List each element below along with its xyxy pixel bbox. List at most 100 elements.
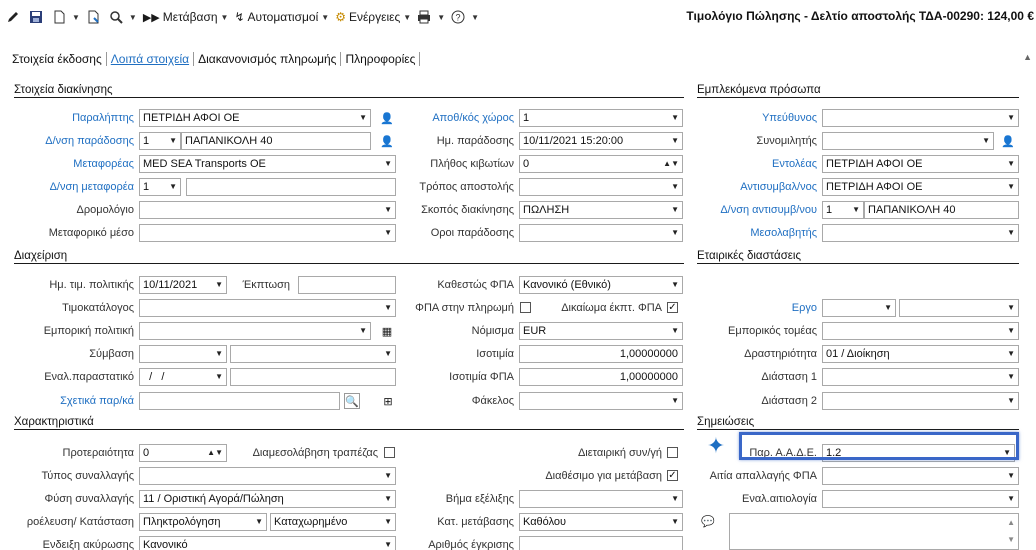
automatismoi-menu[interactable]: ↯ Αυτοματισμοί ▼ [234, 10, 329, 24]
emporiki-field[interactable]: ▼ [139, 322, 371, 340]
kathestos-field[interactable]: Κανονικό (Εθνικό) ▼ [519, 276, 683, 294]
tropos-field[interactable]: ▼ [519, 178, 683, 196]
chevron-down-icon[interactable]: ▼ [982, 133, 990, 149]
oroi-field[interactable]: ▼ [519, 224, 683, 242]
dnsi-paradosis-label[interactable]: Δ/νση παράδοσης [14, 132, 134, 150]
chevron-down-icon[interactable]: ▼ [671, 277, 679, 293]
metaforiko-field[interactable]: ▼ [139, 224, 396, 242]
chevron-down-icon[interactable]: ▼ [384, 346, 392, 362]
sxetika-label[interactable]: Σχετικά παρ/κά [14, 392, 134, 410]
typos-field[interactable]: ▼ [139, 467, 396, 485]
dnsi-antisymv-num-field[interactable]: 1 ▼ [822, 201, 864, 219]
diamesolavisi-checkbox[interactable] [384, 447, 395, 458]
dromologio-field[interactable]: ▼ [139, 201, 396, 219]
paraliptis-field[interactable]: ΠΕΤΡΙΔΗ ΑΦΟΙ ΟΕ ▼ [139, 109, 371, 127]
paraliptis-label[interactable]: Παραλήπτης [14, 109, 134, 127]
chevron-down-icon[interactable]: ▼ [215, 346, 223, 362]
katastasi-field[interactable]: Καταχωρημένο ▼ [270, 513, 396, 531]
dnsi-paradosis-num-field[interactable]: 1 ▼ [139, 132, 181, 150]
chevron-down-icon[interactable]: ▼ [384, 514, 392, 530]
chevron-down-icon[interactable]: ▼ [169, 179, 177, 195]
proteraiotita-field[interactable]: 0 ▲▼ [139, 444, 227, 462]
diastasi2-field[interactable]: ▼ [822, 392, 1019, 410]
enal-field[interactable] [230, 368, 396, 386]
energeies-menu[interactable]: ⚙ Ενέργειες ▼ [335, 10, 411, 24]
chevron-down-icon[interactable]: ▼ [1007, 393, 1015, 409]
diathesimo-checkbox[interactable]: ✓ [667, 470, 678, 481]
enal-aitiologia-field[interactable]: ▼ [822, 490, 1019, 508]
nomisma-field[interactable]: EUR ▼ [519, 322, 683, 340]
chevron-down-icon[interactable]: ▼ [671, 202, 679, 218]
antisymv-field[interactable]: ΠΕΤΡΙΔΗ ΑΦΟΙ ΟΕ ▼ [822, 178, 1019, 196]
ergo-field-2[interactable]: ▼ [899, 299, 1019, 317]
chevron-down-icon[interactable]: ▼ [215, 369, 223, 385]
kat-metavasis-field[interactable]: Καθόλου ▼ [519, 513, 683, 531]
chevron-down-icon[interactable]: ▼ [852, 202, 860, 218]
metaforeas-label[interactable]: Μεταφορέας [14, 155, 134, 173]
chevron-down-icon[interactable]: ▼ [384, 156, 392, 172]
chevron-down-icon[interactable]: ▼ [384, 202, 392, 218]
synomilitis-field[interactable]: ▼ [822, 132, 994, 150]
tab-stoixeia-ekdosis[interactable]: Στοιχεία έκδοσης [8, 52, 107, 66]
chevron-down-icon[interactable]: ▼ [1007, 300, 1015, 316]
chevron-down-icon[interactable]: ▼ [384, 300, 392, 316]
emporikos-field[interactable]: ▼ [822, 322, 1019, 340]
ypeythinos-field[interactable]: ▼ [822, 109, 1019, 127]
plithos-field[interactable]: 0 ▲▼ [519, 155, 683, 173]
entoleas-label[interactable]: Εντολέας [697, 155, 817, 173]
spinner-icon[interactable]: ▲▼ [663, 156, 679, 172]
chevron-down-icon[interactable]: ▼ [1007, 179, 1015, 195]
timokatalogos-field[interactable]: ▼ [139, 299, 396, 317]
chevron-down-icon[interactable]: ▼ [1007, 225, 1015, 241]
notes-textarea[interactable]: ▲ ▼ [729, 513, 1019, 550]
chevron-down-icon[interactable]: ▼ [1007, 156, 1015, 172]
chevron-down-icon[interactable]: ▼ [671, 133, 679, 149]
dnsi-metaforea-label[interactable]: Δ/νση μεταφορέα [14, 178, 134, 196]
tab-plirofories[interactable]: Πληροφορίες [341, 52, 421, 66]
dikaioma-checkbox[interactable]: ✓ [667, 302, 678, 313]
chevron-down-icon[interactable]: ▼ [884, 300, 892, 316]
fysi-field[interactable]: 11 / Οριστική Αγορά/Πώληση ▼ [139, 490, 396, 508]
tab-loipa-stoixeia[interactable]: Λοιπά στοιχεία [107, 52, 195, 66]
proeleusi-field[interactable]: Πληκτρολόγηση ▼ [139, 513, 267, 531]
apothikos-field[interactable]: 1 ▼ [519, 109, 683, 127]
diastasi1-field[interactable]: ▼ [822, 368, 1019, 386]
chevron-down-icon[interactable]: ▼ [169, 133, 177, 149]
pencil-icon[interactable] [6, 10, 23, 24]
chevron-down-icon[interactable]: ▼ [1007, 369, 1015, 385]
drastiriotita-field[interactable]: 01 / Διοίκηση ▼ [822, 345, 1019, 363]
dnsi-paradosis-field[interactable]: ΠΑΠΑΝΙΚΟΛΗ 40 [181, 132, 371, 150]
mesolavitis-label[interactable]: Μεσολαβητής [697, 224, 817, 242]
person-add-icon[interactable]: 👤 [1000, 133, 1016, 149]
symvasi-field-2[interactable]: ▼ [230, 345, 396, 363]
arithmos-field[interactable] [519, 536, 683, 550]
chevron-down-icon[interactable]: ▼ [671, 110, 679, 126]
metavasi-menu[interactable]: ▶▶ Μετάβαση ▼ [143, 10, 229, 24]
isotimia-field[interactable]: 1,00000000 [519, 345, 683, 363]
chevron-down-icon[interactable]: ▼ [1007, 110, 1015, 126]
endeixi-field[interactable]: Κανονικό ▼ [139, 536, 396, 550]
chevron-down-icon[interactable]: ▼ [384, 537, 392, 550]
chevron-down-icon[interactable]: ▼ [215, 277, 223, 293]
scroll-down-icon[interactable]: ▼ [1007, 532, 1015, 548]
antisymv-label[interactable]: Αντισυμβαλ/νος [697, 178, 817, 196]
chevron-down-icon[interactable]: ▼ [671, 225, 679, 241]
mesolavitis-field[interactable]: ▼ [822, 224, 1019, 242]
tab-diakanonismos[interactable]: Διακανονισμός πληρωμής [194, 52, 342, 66]
dnsi-antisymv-field[interactable]: ΠΑΠΑΝΙΚΟΛΗ 40 [864, 201, 1019, 219]
save-icon[interactable] [29, 10, 46, 24]
dnsi-metaforea-num-field[interactable]: 1 ▼ [139, 178, 181, 196]
enal-date-field[interactable]: / / ▼ [139, 368, 227, 386]
dietairiki-checkbox[interactable] [667, 447, 678, 458]
chevron-down-icon[interactable]: ▼ [1007, 346, 1015, 362]
chevron-down-icon[interactable]: ▼ [359, 323, 367, 339]
ergo-label[interactable]: Εργο [697, 299, 817, 317]
copy-document-icon[interactable] [86, 10, 103, 24]
scroll-up-arrow-icon[interactable]: ▲ [1023, 52, 1032, 62]
chevron-down-icon[interactable]: ▼ [1007, 323, 1015, 339]
im-tim-field[interactable]: 10/11/2021 ▼ [139, 276, 227, 294]
chevron-down-icon[interactable]: ▼ [671, 514, 679, 530]
person-add-icon[interactable]: 👤 [379, 110, 395, 126]
chevron-down-icon[interactable]: ▼ [1007, 491, 1015, 507]
apothikos-label[interactable]: Αποθ/κός χώρος [400, 109, 514, 127]
